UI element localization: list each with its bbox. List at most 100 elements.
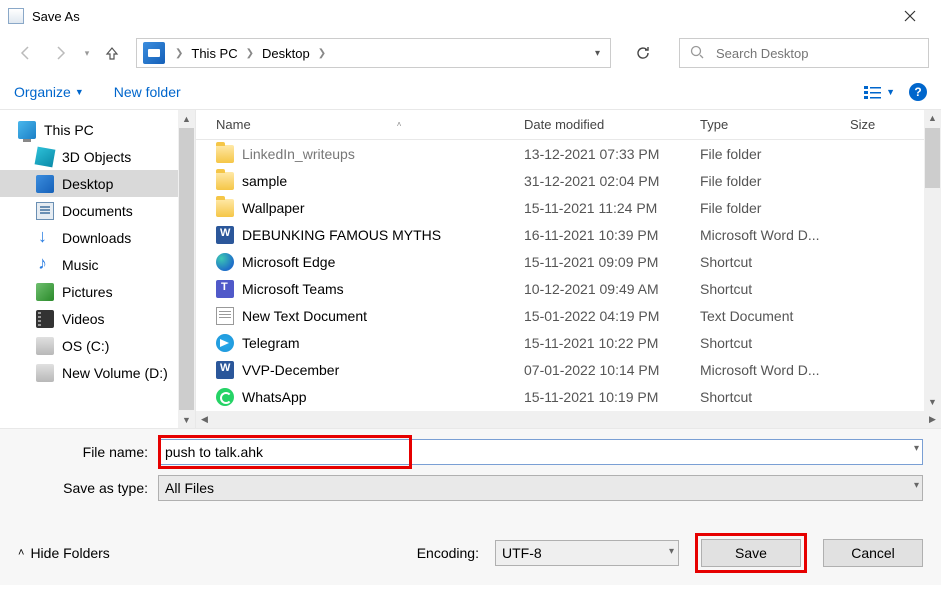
col-date[interactable]: Date modified (524, 117, 700, 132)
file-name: New Text Document (242, 308, 367, 324)
organize-label: Organize (14, 84, 71, 100)
encoding-label: Encoding: (417, 545, 479, 561)
search-input[interactable] (714, 45, 928, 62)
file-name: Wallpaper (242, 200, 305, 216)
tree-scrollbar[interactable]: ▲ ▼ (178, 110, 195, 428)
chevron-down-icon[interactable]: ▾ (914, 443, 919, 454)
file-row[interactable]: New Text Document15-01-2022 04:19 PMText… (196, 302, 941, 329)
tree-item[interactable]: Pictures (0, 278, 195, 305)
nav-row: ▾ ❯ This PC ❯ Desktop ❯ ▾ (0, 32, 941, 74)
scroll-down-icon[interactable]: ▼ (924, 394, 941, 411)
search-box[interactable] (679, 38, 929, 68)
file-row[interactable]: Telegram15-11-2021 10:22 PMShortcut (196, 329, 941, 356)
tree-item-label: OS (C:) (62, 338, 109, 354)
encoding-select[interactable]: UTF-8 ▾ (495, 540, 679, 566)
scroll-thumb[interactable] (925, 128, 940, 188)
close-button[interactable] (887, 0, 933, 32)
file-row[interactable]: DEBUNKING FAMOUS MYTHS16-11-2021 10:39 P… (196, 221, 941, 248)
filename-label: File name: (18, 444, 158, 460)
tree-this-pc[interactable]: This PC (0, 116, 195, 143)
file-row[interactable]: Wallpaper15-11-2021 11:24 PMFile folder (196, 194, 941, 221)
file-type: Shortcut (700, 281, 850, 297)
file-icon (216, 361, 234, 379)
up-button[interactable] (100, 41, 124, 65)
tree-item[interactable]: Desktop (0, 170, 195, 197)
tree-item-label: Music (62, 257, 99, 273)
location-icon (143, 42, 165, 64)
scroll-down-icon[interactable]: ▼ (178, 411, 195, 428)
newfolder-label: New folder (114, 84, 181, 100)
file-type: File folder (700, 200, 850, 216)
breadcrumb-desktop[interactable]: Desktop (258, 46, 314, 61)
tree-item[interactable]: Videos (0, 305, 195, 332)
file-name: LinkedIn_writeups (242, 146, 355, 162)
file-icon (216, 172, 234, 190)
scroll-left-icon[interactable]: ◀ (196, 414, 213, 425)
col-type[interactable]: Type (700, 117, 850, 132)
tree-item[interactable]: Music (0, 251, 195, 278)
tree-item[interactable]: New Volume (D:) (0, 359, 195, 386)
tree-item[interactable]: OS (C:) (0, 332, 195, 359)
scroll-up-icon[interactable]: ▲ (924, 110, 941, 127)
file-type: File folder (700, 173, 850, 189)
cancel-button[interactable]: Cancel (823, 539, 923, 567)
file-row[interactable]: sample31-12-2021 02:04 PMFile folder (196, 167, 941, 194)
tree-item-icon (35, 146, 56, 167)
chevron-right-icon: ❯ (242, 48, 258, 59)
back-button[interactable] (12, 39, 40, 67)
tree-item-icon (36, 337, 54, 355)
file-row[interactable]: VVP-December07-01-2022 10:14 PMMicrosoft… (196, 356, 941, 383)
col-name[interactable]: Name˄ (196, 117, 524, 132)
file-type: Text Document (700, 308, 850, 324)
file-icon (216, 388, 234, 406)
chevron-down-icon: ▾ (669, 546, 674, 557)
scroll-up-icon[interactable]: ▲ (178, 110, 195, 127)
filename-input[interactable] (158, 439, 923, 465)
tree-item[interactable]: Downloads (0, 224, 195, 251)
window-title: Save As (32, 9, 887, 24)
new-folder-button[interactable]: New folder (114, 84, 181, 100)
file-date: 15-11-2021 09:09 PM (524, 254, 700, 270)
organize-button[interactable]: Organize ▼ (14, 84, 84, 100)
scroll-right-icon[interactable]: ▶ (924, 414, 941, 425)
file-icon (216, 280, 234, 298)
tree-item-label: Pictures (62, 284, 113, 300)
scroll-thumb[interactable] (179, 128, 194, 410)
tree-item-label: Downloads (62, 230, 131, 246)
vertical-scrollbar[interactable]: ▲ ▼ (924, 110, 941, 411)
file-row[interactable]: WhatsApp15-11-2021 10:19 PMShortcut (196, 383, 941, 410)
save-button[interactable]: Save (701, 539, 801, 567)
tree-item[interactable]: Documents (0, 197, 195, 224)
chevron-down-icon[interactable]: ▾ (914, 480, 919, 491)
file-row[interactable]: LinkedIn_writeups13-12-2021 07:33 PMFile… (196, 140, 941, 167)
tree-item[interactable]: 3D Objects (0, 143, 195, 170)
encoding-value: UTF-8 (502, 545, 542, 561)
hide-folders-button[interactable]: ˄ Hide Folders (18, 545, 110, 561)
chevron-down-icon: ▼ (75, 87, 84, 97)
breadcrumb[interactable]: ❯ This PC ❯ Desktop ❯ ▾ (136, 38, 611, 68)
toolbar: Organize ▼ New folder ▼ ? (0, 74, 941, 110)
tree-item-icon (36, 202, 54, 220)
file-row[interactable]: Microsoft Edge15-11-2021 09:09 PMShortcu… (196, 248, 941, 275)
file-name: sample (242, 173, 287, 189)
horizontal-scrollbar[interactable]: ◀ ▶ (196, 411, 941, 428)
help-button[interactable]: ? (909, 83, 927, 101)
titlebar: Save As (0, 0, 941, 32)
tree-item-icon (36, 283, 54, 301)
tree-label: This PC (44, 122, 94, 138)
breadcrumb-this-pc[interactable]: This PC (187, 46, 241, 61)
highlight-box: Save (695, 533, 807, 573)
file-row[interactable]: Microsoft Teams10-12-2021 09:49 AMShortc… (196, 275, 941, 302)
file-name: DEBUNKING FAMOUS MYTHS (242, 227, 441, 243)
recent-dropdown[interactable]: ▾ (80, 39, 94, 67)
savetype-select[interactable]: All Files (158, 475, 923, 501)
forward-button[interactable] (46, 39, 74, 67)
breadcrumb-dropdown[interactable]: ▾ (585, 48, 610, 59)
monitor-icon (18, 121, 36, 139)
nav-tree: This PC 3D ObjectsDesktopDocuments Downlo… (0, 110, 196, 428)
file-pane: Name˄ Date modified Type Size LinkedIn_w… (196, 110, 941, 428)
file-icon (216, 253, 234, 271)
file-date: 15-11-2021 10:19 PM (524, 389, 700, 405)
refresh-button[interactable] (623, 38, 663, 68)
view-options-button[interactable]: ▼ (863, 84, 895, 100)
